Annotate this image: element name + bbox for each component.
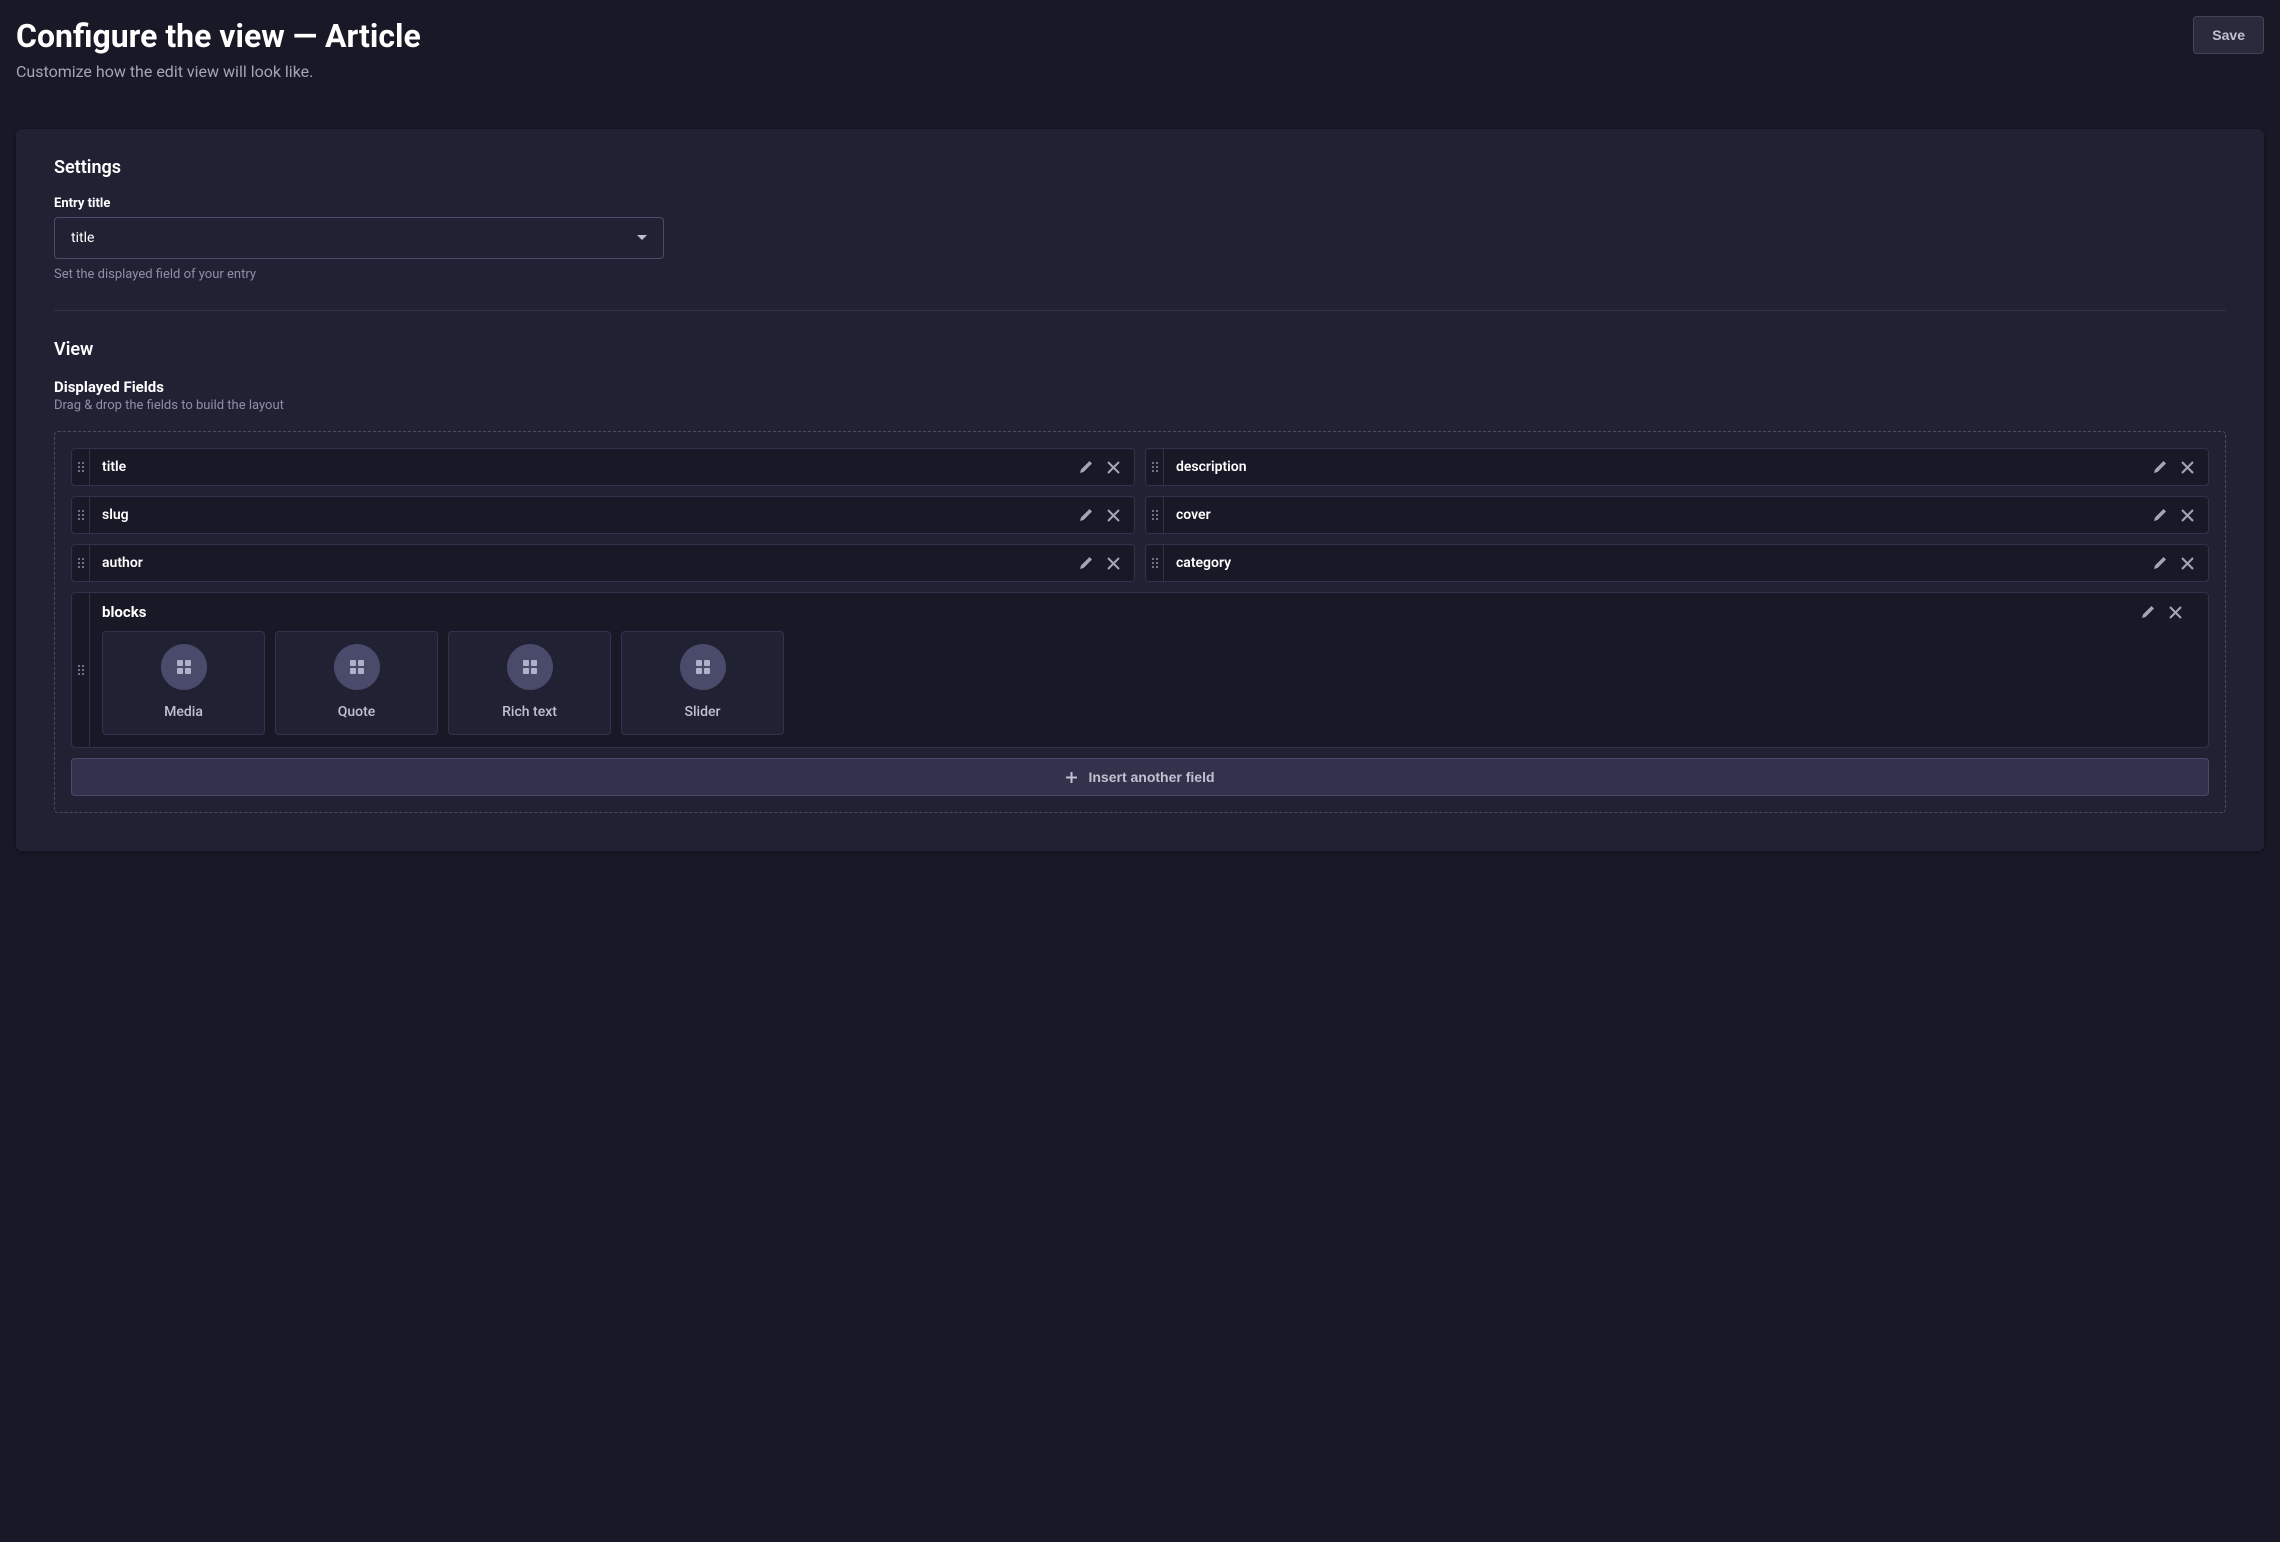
settings-panel: Settings Entry title title Set the displ… xyxy=(16,129,2264,851)
remove-button[interactable] xyxy=(1107,557,1120,570)
edit-button[interactable] xyxy=(2141,605,2155,619)
remove-button[interactable] xyxy=(2181,509,2194,522)
remove-button[interactable] xyxy=(2169,606,2182,619)
edit-button[interactable] xyxy=(2153,556,2167,570)
field-row-blocks[interactable]: blocks Media xyxy=(71,592,2209,748)
field-row-description[interactable]: description xyxy=(1145,448,2209,486)
blocks-components: Media Quote xyxy=(90,631,2208,747)
drag-handle-icon[interactable] xyxy=(1146,497,1164,533)
component-grid-icon xyxy=(161,644,207,690)
field-row-author[interactable]: author xyxy=(71,544,1135,582)
blocks-content: blocks Media xyxy=(90,593,2208,747)
fields-layout-area: title description xyxy=(54,431,2226,813)
entry-title-select-wrap: title xyxy=(54,217,664,259)
component-label: Rich text xyxy=(502,704,557,720)
drag-handle-icon[interactable] xyxy=(72,449,90,485)
component-label: Media xyxy=(164,704,203,720)
edit-button[interactable] xyxy=(2153,460,2167,474)
remove-button[interactable] xyxy=(1107,461,1120,474)
field-name-label: slug xyxy=(90,497,1079,533)
drag-handle-icon[interactable] xyxy=(72,497,90,533)
drag-handle-icon[interactable] xyxy=(1146,545,1164,581)
entry-title-help: Set the displayed field of your entry xyxy=(54,267,2226,282)
entry-title-field-group: Entry title title Set the displayed fiel… xyxy=(54,196,2226,282)
edit-button[interactable] xyxy=(1079,556,1093,570)
remove-button[interactable] xyxy=(2181,461,2194,474)
component-grid-icon xyxy=(680,644,726,690)
drag-handle-icon[interactable] xyxy=(1146,449,1164,485)
field-name-label: description xyxy=(1164,449,2153,485)
field-name-label: author xyxy=(90,545,1079,581)
entry-title-select[interactable]: title xyxy=(54,217,664,259)
component-card-rich-text[interactable]: Rich text xyxy=(448,631,611,735)
field-actions xyxy=(1079,449,1134,485)
page-subtitle: Customize how the edit view will look li… xyxy=(16,62,421,81)
page-title: Configure the view — Article xyxy=(16,16,421,56)
field-actions xyxy=(1079,545,1134,581)
save-button[interactable]: Save xyxy=(2193,16,2264,54)
blocks-header: blocks xyxy=(90,593,2208,631)
remove-button[interactable] xyxy=(1107,509,1120,522)
component-grid-icon xyxy=(334,644,380,690)
field-actions xyxy=(2141,605,2196,619)
field-actions xyxy=(1079,497,1134,533)
field-row-title[interactable]: title xyxy=(71,448,1135,486)
component-label: Quote xyxy=(338,704,376,720)
field-actions xyxy=(2153,497,2208,533)
component-card-media[interactable]: Media xyxy=(102,631,265,735)
field-name-label: category xyxy=(1164,545,2153,581)
view-section-title: View xyxy=(54,339,2226,360)
field-name-label: cover xyxy=(1164,497,2153,533)
displayed-fields-group: Displayed Fields Drag & drop the fields … xyxy=(54,378,2226,813)
page-header: Configure the view — Article Customize h… xyxy=(16,16,2264,81)
field-row-slug[interactable]: slug xyxy=(71,496,1135,534)
edit-button[interactable] xyxy=(2153,508,2167,522)
component-label: Slider xyxy=(685,704,721,720)
component-card-slider[interactable]: Slider xyxy=(621,631,784,735)
edit-button[interactable] xyxy=(1079,460,1093,474)
divider xyxy=(54,310,2226,311)
remove-button[interactable] xyxy=(2181,557,2194,570)
insert-field-label: Insert another field xyxy=(1088,769,1214,785)
entry-title-label: Entry title xyxy=(54,196,2226,211)
field-row-category[interactable]: category xyxy=(1145,544,2209,582)
blocks-title: blocks xyxy=(102,603,2141,621)
field-actions xyxy=(2153,545,2208,581)
component-grid-icon xyxy=(507,644,553,690)
plus-icon xyxy=(1065,771,1078,784)
settings-section-title: Settings xyxy=(54,157,2226,178)
displayed-fields-help: Drag & drop the fields to build the layo… xyxy=(54,398,2226,413)
field-row-cover[interactable]: cover xyxy=(1145,496,2209,534)
header-text: Configure the view — Article Customize h… xyxy=(16,16,421,81)
field-name-label: title xyxy=(90,449,1079,485)
displayed-fields-label: Displayed Fields xyxy=(54,378,2226,396)
edit-button[interactable] xyxy=(1079,508,1093,522)
component-card-quote[interactable]: Quote xyxy=(275,631,438,735)
field-grid: title description xyxy=(71,448,2209,748)
insert-field-button[interactable]: Insert another field xyxy=(71,758,2209,796)
drag-handle-icon[interactable] xyxy=(72,545,90,581)
field-actions xyxy=(2153,449,2208,485)
drag-handle-icon[interactable] xyxy=(72,593,90,747)
